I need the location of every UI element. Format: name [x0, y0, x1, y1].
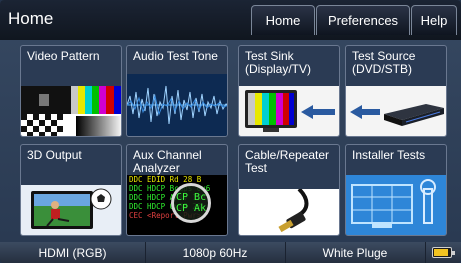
page-title: Home [8, 9, 54, 28]
resolution-status[interactable]: 1080p 60Hz [145, 242, 286, 263]
audio-test-tone-tile[interactable]: Audio Test Tone [126, 45, 228, 137]
app-window: Home Home Preferences Help Video Pattern [0, 0, 461, 263]
test-source-tile[interactable]: Test Source (DVD/STB) [345, 45, 447, 137]
hdmi-cable-thumbnail [239, 189, 339, 235]
aux-log-line: DDC EDID Rd 28 B [129, 175, 202, 184]
3d-football-thumbnail [21, 185, 121, 235]
tab-home[interactable]: Home [251, 5, 315, 35]
tile-label: Audio Test Tone [133, 49, 218, 63]
3d-output-tile[interactable]: 3D Output [20, 144, 122, 236]
installer-thumbnail [346, 175, 446, 235]
battery-nub [452, 251, 455, 255]
battery-icon [432, 247, 455, 258]
pattern-status[interactable]: White Pluge [285, 242, 426, 263]
tab-help[interactable]: Help [411, 5, 457, 35]
aux-channel-analyzer-tile[interactable]: Aux Channel Analyzer DDC EDID Rd 28 B DD… [126, 144, 228, 236]
magnifier-text: CP Bc [176, 192, 207, 203]
interface-status[interactable]: HDMI (RGB) [0, 242, 146, 263]
cable-repeater-test-tile[interactable]: Cable/Repeater Test [238, 144, 340, 236]
tile-grid: Video Pattern Audio Test Tone Test Sink … [0, 40, 461, 242]
tile-label: 3D Output [27, 148, 82, 162]
aux-log-thumbnail: DDC EDID Rd 28 B DDC HDCP Bcaps 0x6 DDC … [127, 175, 227, 235]
video-pattern-thumbnail [21, 86, 121, 136]
magnifier-text: CP Ak [176, 203, 207, 214]
tile-label: Cable/Repeater Test [245, 148, 330, 175]
battery-fill [434, 249, 448, 256]
magnifier-icon: CP Bc CP Ak [171, 183, 211, 223]
test-sink-tile[interactable]: Test Sink (Display/TV) [238, 45, 340, 137]
tile-label: Test Source (DVD/STB) [352, 49, 416, 76]
audio-waveform-thumbnail [127, 74, 227, 136]
tab-preferences[interactable]: Preferences [316, 5, 410, 35]
tile-label: Aux Channel Analyzer [133, 148, 202, 175]
tile-label: Test Sink (Display/TV) [245, 49, 312, 76]
tv-thumbnail [239, 86, 339, 136]
title-bar: Home Home Preferences Help [0, 0, 461, 40]
video-pattern-tile[interactable]: Video Pattern [20, 45, 122, 137]
installer-tests-tile[interactable]: Installer Tests [345, 144, 447, 236]
dvd-player-thumbnail [346, 86, 446, 136]
tile-label: Video Pattern [27, 49, 100, 63]
tile-label: Installer Tests [352, 148, 426, 162]
status-bar: HDMI (RGB) 1080p 60Hz White Pluge [0, 242, 461, 263]
